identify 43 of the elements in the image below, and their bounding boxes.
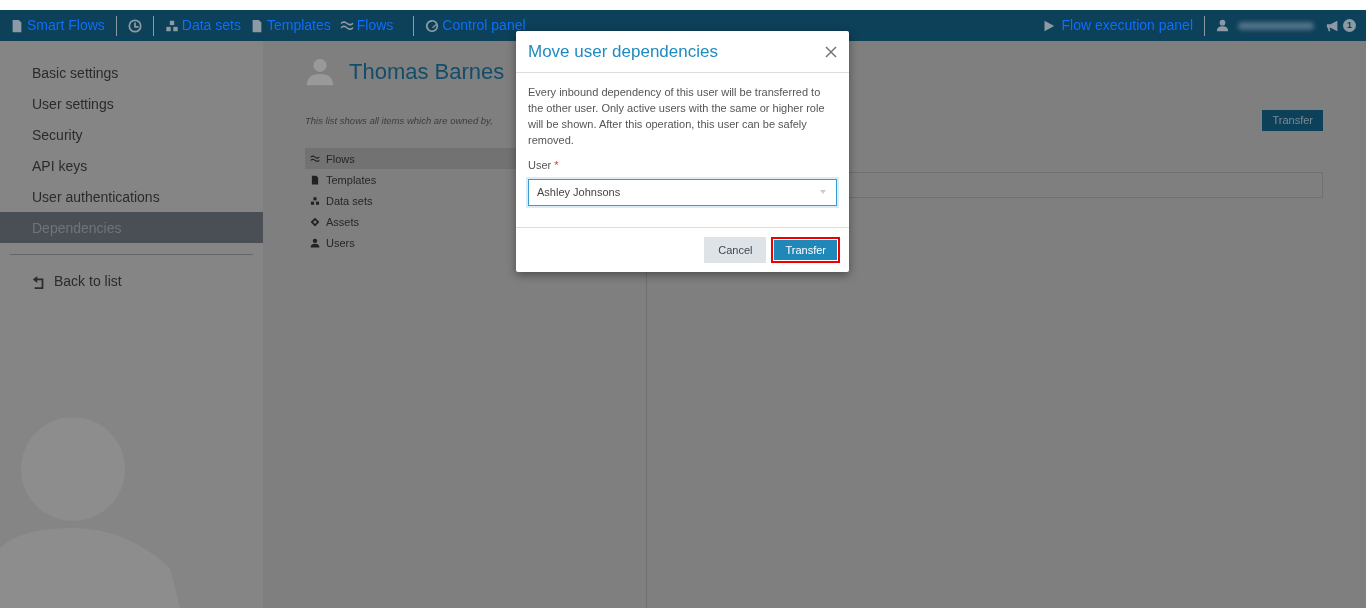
user-icon: [305, 56, 335, 87]
waves-icon: [310, 153, 320, 164]
nav-link[interactable]: Flow execution panel: [1043, 15, 1193, 36]
history-button[interactable]: [127, 18, 142, 33]
sidebar-item[interactable]: Basic settings: [0, 57, 263, 88]
transfer-button[interactable]: Transfer: [1262, 110, 1323, 131]
nav-link[interactable]: Templates: [249, 15, 331, 36]
user-name-heading: Thomas Barnes: [349, 58, 505, 86]
user-icon: [1216, 19, 1229, 32]
megaphone-icon[interactable]: [1326, 18, 1340, 33]
transfer-button[interactable]: Transfer: [771, 236, 840, 263]
sidebar-item[interactable]: User settings: [0, 88, 263, 119]
close-icon[interactable]: [825, 46, 837, 59]
hierarchy-icon: [310, 195, 320, 206]
back-arrow-icon: [32, 274, 46, 289]
notification-badge: 1: [1343, 19, 1356, 32]
nav-link[interactable]: Flows: [339, 15, 394, 36]
document-icon: [10, 18, 24, 33]
play-icon: [1043, 19, 1056, 32]
back-link[interactable]: Back to list: [0, 270, 128, 293]
hierarchy-icon: [164, 18, 179, 33]
sidebar-item[interactable]: Security: [0, 119, 263, 150]
field-label: User: [528, 159, 552, 172]
category-item[interactable]: Assets: [305, 211, 646, 233]
required-marker: *: [554, 159, 559, 172]
user-menu[interactable]: [1216, 19, 1314, 32]
gauge-icon: [425, 18, 440, 33]
waves-icon: [339, 18, 354, 33]
clock-icon: [127, 18, 142, 33]
modal-title: Move user dependencies: [528, 42, 718, 63]
cancel-button[interactable]: Cancel: [704, 236, 767, 263]
description-text: This list shows all items which are owned by,: [305, 114, 493, 128]
sidebar-item[interactable]: User authentications: [0, 181, 263, 212]
document-icon: [310, 174, 320, 185]
brand-link[interactable]: Smart Flows: [10, 15, 105, 36]
sidebar-item[interactable]: API keys: [0, 150, 263, 181]
nav-link[interactable]: Control panel: [425, 15, 526, 36]
user-icon: [310, 237, 320, 248]
diamond-icon: [310, 216, 320, 227]
user-select[interactable]: Ashley Johnsons: [528, 178, 837, 206]
modal-description: Every inbound dependency of this user will be transferred to the other user. Only active users with the same or higher role will be shown. After this operation, this user can be safely removed.: [528, 85, 826, 149]
nav-link[interactable]: Data sets: [164, 15, 241, 36]
caret-icon: [820, 190, 826, 195]
